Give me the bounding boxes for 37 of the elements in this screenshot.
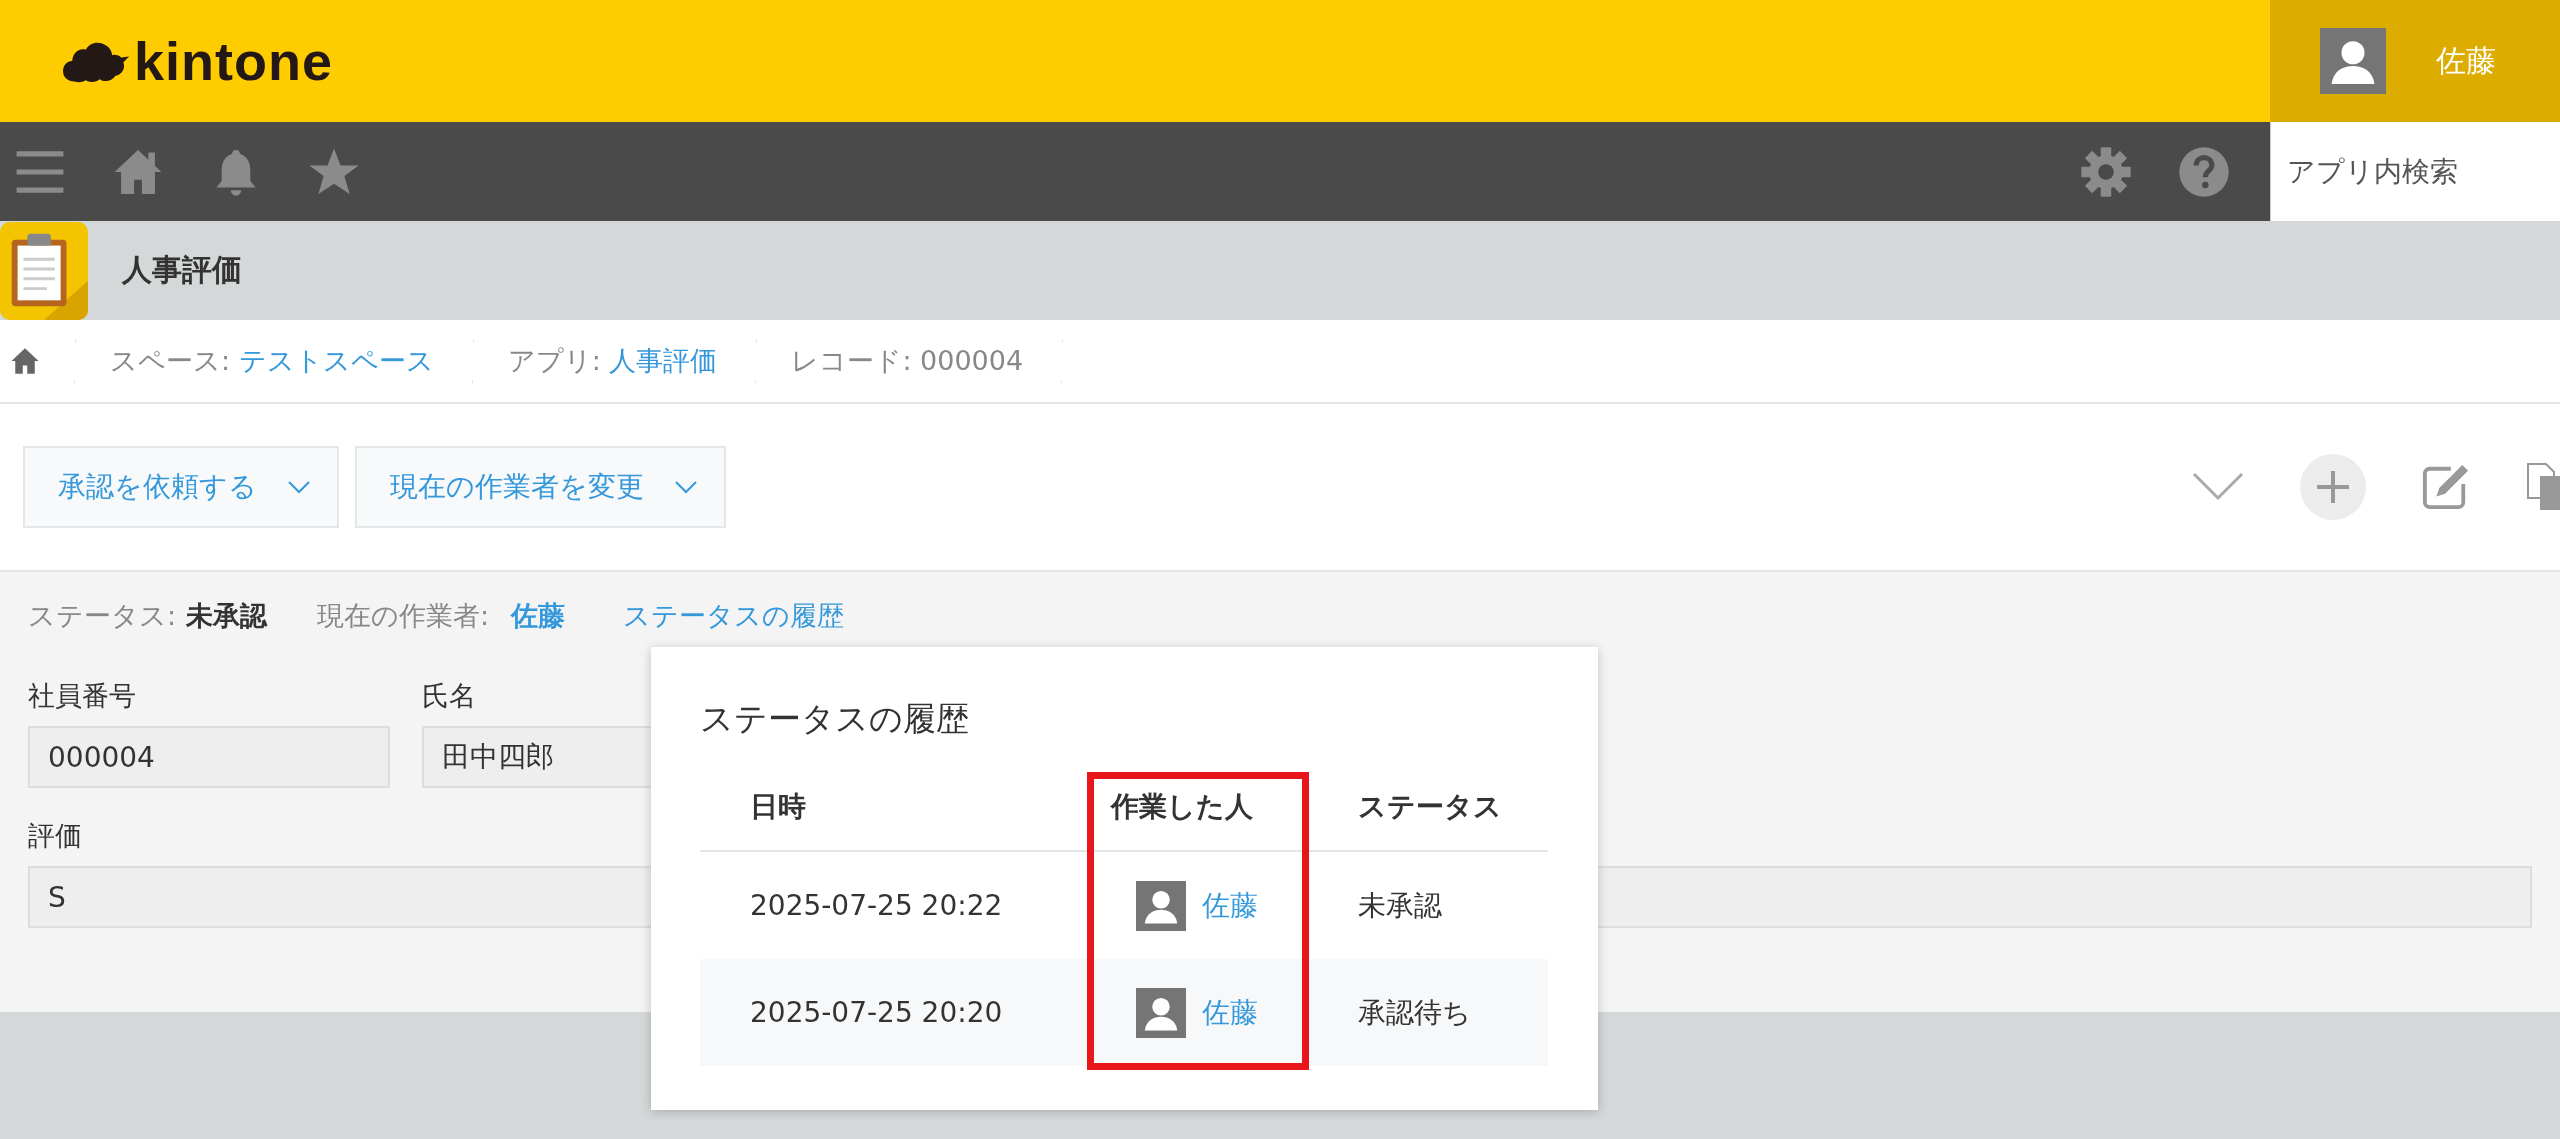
breadcrumb-label: アプリ: — [507, 344, 602, 378]
breadcrumb-link[interactable]: 人事評価 — [609, 343, 718, 379]
search-field[interactable]: アプリ内検索 — [2270, 122, 2560, 221]
chevron-down-icon — [674, 480, 698, 494]
add-icon[interactable] — [2300, 454, 2366, 520]
table-cell: 承認待ち — [1358, 959, 1548, 1066]
field-value: 000004 — [28, 726, 390, 788]
assignee-label: 現在の作業者: — [317, 599, 490, 633]
edit-icon[interactable] — [2422, 463, 2470, 511]
chevron-down-icon[interactable] — [2192, 472, 2244, 502]
action-dropdown[interactable]: 承認を依頼する — [23, 446, 339, 528]
logo-text: kintone — [134, 30, 333, 92]
home-icon[interactable] — [10, 346, 40, 376]
help-icon[interactable] — [2178, 145, 2230, 198]
avatar-icon — [2320, 28, 2386, 94]
column-header: 日時 — [700, 764, 1111, 851]
field-label: 社員番号 — [28, 679, 137, 713]
table-cell: 2025-07-25 20:20 — [700, 959, 1111, 1066]
status-value: 未承認 — [186, 599, 268, 633]
user-menu[interactable]: 佐藤 — [2270, 0, 2560, 122]
status-history-link[interactable]: ステータスの履歴 — [623, 598, 845, 634]
column-header: ステータス — [1358, 764, 1548, 851]
action-dropdown[interactable]: 現在の作業者を変更 — [355, 446, 726, 528]
user-link[interactable]: 佐藤 — [1202, 886, 1258, 925]
status-label: ステータス: — [28, 599, 177, 633]
field-label: 評価 — [28, 819, 83, 853]
avatar-icon — [1136, 880, 1186, 931]
chevron-down-icon — [287, 480, 311, 494]
app-title: 人事評価 — [122, 251, 242, 289]
assignee-link[interactable]: 佐藤 — [511, 598, 566, 634]
avatar-icon — [1136, 987, 1186, 1038]
breadcrumb-link[interactable]: テストスペース — [238, 343, 434, 379]
field-label: 氏名 — [422, 679, 477, 713]
breadcrumb-label: レコード: 000004 — [791, 344, 1024, 378]
user-link[interactable]: 佐藤 — [1202, 993, 1258, 1032]
breadcrumb-label: スペース: — [110, 344, 232, 378]
settings-icon[interactable] — [2080, 145, 2132, 198]
